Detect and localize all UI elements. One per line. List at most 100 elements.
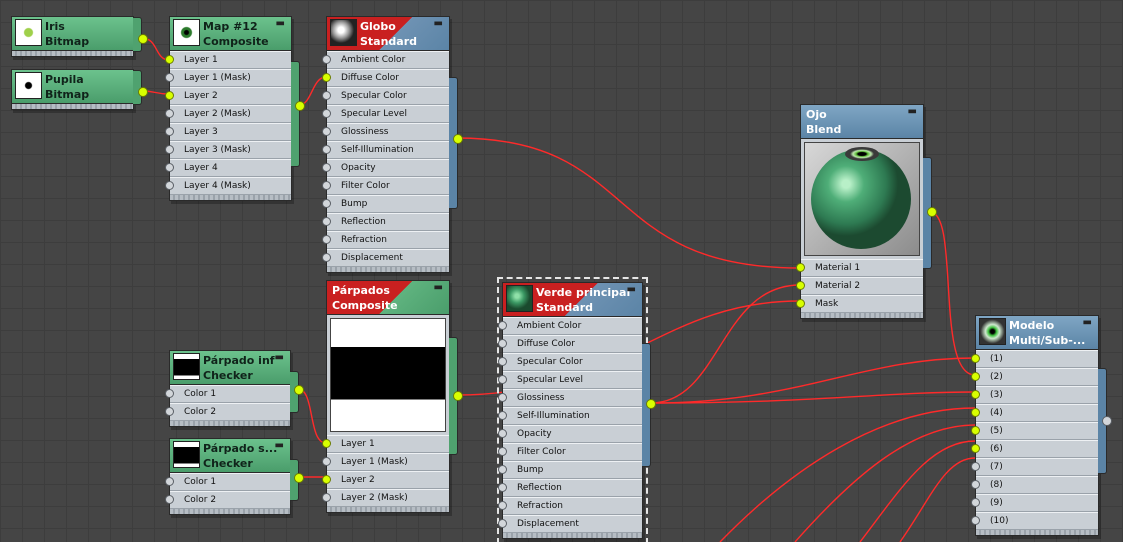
input-socket[interactable] bbox=[165, 407, 174, 416]
input-socket[interactable] bbox=[796, 299, 805, 308]
modelo-output-socket[interactable] bbox=[1102, 416, 1112, 426]
input-socket[interactable] bbox=[971, 480, 980, 489]
node-parpado-sup-header[interactable]: Párpado s... Checker ▬ bbox=[170, 439, 290, 473]
input-socket[interactable] bbox=[498, 447, 507, 456]
node-iris-header[interactable]: Iris Bitmap bbox=[12, 17, 133, 51]
parpados-slot[interactable]: Layer 1 (Mask) bbox=[322, 453, 449, 471]
input-socket[interactable] bbox=[971, 390, 980, 399]
input-socket[interactable] bbox=[971, 498, 980, 507]
minimize-icon[interactable]: ▬ bbox=[627, 285, 636, 295]
input-socket[interactable] bbox=[322, 181, 331, 190]
globo-slot[interactable]: Refraction bbox=[322, 231, 449, 249]
node-verde-principal[interactable]: Verde principal Standard ▬ Ambient Color … bbox=[497, 277, 656, 542]
modelo-slot[interactable]: (1) bbox=[971, 350, 1098, 368]
globo-slot[interactable]: Glossiness bbox=[322, 123, 449, 141]
input-socket[interactable] bbox=[322, 217, 331, 226]
input-socket[interactable] bbox=[165, 91, 174, 100]
parpado-inf-slot[interactable]: Color 1 bbox=[165, 385, 290, 403]
input-socket[interactable] bbox=[165, 109, 174, 118]
input-socket[interactable] bbox=[498, 519, 507, 528]
input-socket[interactable] bbox=[322, 235, 331, 244]
globo-slot[interactable]: Bump bbox=[322, 195, 449, 213]
verde-slot[interactable]: Specular Color bbox=[498, 353, 642, 371]
map12-slot[interactable]: Layer 4 (Mask) bbox=[165, 177, 291, 195]
globo-slot[interactable]: Self-Illumination bbox=[322, 141, 449, 159]
map12-slot[interactable]: Layer 3 bbox=[165, 123, 291, 141]
map12-slot[interactable]: Layer 4 bbox=[165, 159, 291, 177]
minimize-icon[interactable]: ▬ bbox=[434, 283, 443, 293]
parpado-sup-slot[interactable]: Color 2 bbox=[165, 491, 290, 509]
map12-slot[interactable]: Layer 2 (Mask) bbox=[165, 105, 291, 123]
input-socket[interactable] bbox=[498, 483, 507, 492]
input-socket[interactable] bbox=[322, 73, 331, 82]
input-socket[interactable] bbox=[165, 127, 174, 136]
globo-slot[interactable]: Opacity bbox=[322, 159, 449, 177]
map12-slot[interactable]: Layer 2 bbox=[165, 87, 291, 105]
pupila-output-socket[interactable] bbox=[138, 87, 148, 97]
input-socket[interactable] bbox=[971, 462, 980, 471]
input-socket[interactable] bbox=[498, 465, 507, 474]
ojo-slot[interactable]: Material 2 bbox=[796, 277, 923, 295]
modelo-slot[interactable]: (9) bbox=[971, 494, 1098, 512]
input-socket[interactable] bbox=[322, 91, 331, 100]
map12-slot[interactable]: Layer 1 bbox=[165, 51, 291, 69]
globo-slot[interactable]: Reflection bbox=[322, 213, 449, 231]
input-socket[interactable] bbox=[165, 181, 174, 190]
node-parpado-inf[interactable]: Párpado inf Checker ▬ Color 1 Color 2 bbox=[165, 350, 304, 427]
input-socket[interactable] bbox=[971, 354, 980, 363]
modelo-slot[interactable]: (3) bbox=[971, 386, 1098, 404]
verde-output-socket[interactable] bbox=[646, 399, 656, 409]
minimize-icon[interactable]: ▬ bbox=[276, 19, 285, 29]
parpados-slot[interactable]: Layer 1 bbox=[322, 435, 449, 453]
input-socket[interactable] bbox=[498, 321, 507, 330]
verde-slot[interactable]: Specular Level bbox=[498, 371, 642, 389]
verde-slot[interactable]: Displacement bbox=[498, 515, 642, 533]
input-socket[interactable] bbox=[165, 495, 174, 504]
input-socket[interactable] bbox=[322, 457, 331, 466]
node-globo-header[interactable]: Globo Standard ▬ bbox=[327, 17, 449, 51]
input-socket[interactable] bbox=[322, 127, 331, 136]
input-socket[interactable] bbox=[498, 375, 507, 384]
node-parpados-header[interactable]: Párpados Composite ▬ bbox=[327, 281, 449, 315]
globo-slot[interactable]: Displacement bbox=[322, 249, 449, 267]
input-socket[interactable] bbox=[498, 411, 507, 420]
minimize-icon[interactable]: ▬ bbox=[275, 353, 284, 363]
input-socket[interactable] bbox=[322, 109, 331, 118]
input-socket[interactable] bbox=[322, 163, 331, 172]
globo-slot[interactable]: Specular Level bbox=[322, 105, 449, 123]
input-socket[interactable] bbox=[322, 145, 331, 154]
minimize-icon[interactable]: ▬ bbox=[434, 19, 443, 29]
modelo-slot[interactable]: (7) bbox=[971, 458, 1098, 476]
parpados-slot[interactable]: Layer 2 (Mask) bbox=[322, 489, 449, 507]
node-modelo[interactable]: Modelo Multi/Sub-... ▬ (1) (2) (3) (4) (5… bbox=[971, 315, 1112, 536]
verde-slot[interactable]: Glossiness bbox=[498, 389, 642, 407]
minimize-icon[interactable]: ▬ bbox=[908, 107, 917, 117]
input-socket[interactable] bbox=[796, 281, 805, 290]
verde-slot[interactable]: Filter Color bbox=[498, 443, 642, 461]
modelo-slot[interactable]: (10) bbox=[971, 512, 1098, 530]
node-verde-principal-header[interactable]: Verde principal Standard ▬ bbox=[503, 283, 642, 317]
input-socket[interactable] bbox=[971, 426, 980, 435]
verde-slot[interactable]: Ambient Color bbox=[498, 317, 642, 335]
input-socket[interactable] bbox=[498, 501, 507, 510]
minimize-icon[interactable]: ▬ bbox=[1083, 318, 1092, 328]
globo-slot[interactable]: Specular Color bbox=[322, 87, 449, 105]
ojo-slot[interactable]: Material 1 bbox=[796, 259, 923, 277]
input-socket[interactable] bbox=[322, 475, 331, 484]
node-map12-header[interactable]: Map #12 Composite ▬ bbox=[170, 17, 291, 51]
verde-slot[interactable]: Bump bbox=[498, 461, 642, 479]
ojo-output-socket[interactable] bbox=[927, 207, 937, 217]
globo-slot[interactable]: Filter Color bbox=[322, 177, 449, 195]
node-globo[interactable]: Globo Standard ▬ Ambient Color Diffuse Co… bbox=[322, 16, 463, 273]
map12-slot[interactable]: Layer 1 (Mask) bbox=[165, 69, 291, 87]
input-socket[interactable] bbox=[165, 477, 174, 486]
input-socket[interactable] bbox=[322, 199, 331, 208]
parpados-slot[interactable]: Layer 2 bbox=[322, 471, 449, 489]
input-socket[interactable] bbox=[322, 493, 331, 502]
input-socket[interactable] bbox=[322, 55, 331, 64]
verde-slot[interactable]: Diffuse Color bbox=[498, 335, 642, 353]
map12-slot[interactable]: Layer 3 (Mask) bbox=[165, 141, 291, 159]
verde-slot[interactable]: Refraction bbox=[498, 497, 642, 515]
input-socket[interactable] bbox=[165, 73, 174, 82]
node-pupila[interactable]: Pupila Bitmap bbox=[11, 69, 148, 110]
